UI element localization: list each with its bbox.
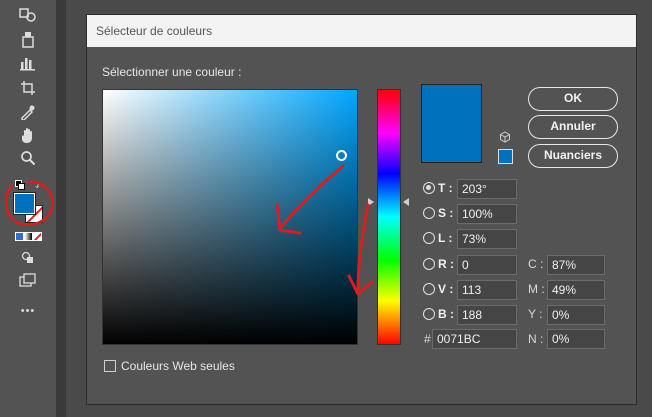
brightness-radio[interactable] [423,232,435,244]
tools-panel: ⤺ ••• [0,0,56,417]
hue-slider[interactable] [377,89,401,345]
cyan-input[interactable]: 87% [547,255,605,275]
select-color-label: Sélectionner une couleur : [102,65,242,79]
blue-label: B : [438,307,454,321]
panel-divider [56,0,66,417]
current-color-swatch [421,84,482,163]
websafe-label: Couleurs Web seules [121,359,235,373]
red-label: R : [438,257,454,271]
yellow-input[interactable]: 0% [547,305,605,325]
swap-colors-icon[interactable]: ⤺ [35,180,45,190]
cyan-label: C : [528,257,544,271]
hue-slider-handle-right[interactable] [403,198,409,206]
hue-slider-handle-left[interactable] [368,198,374,206]
saturation-label: S : [438,206,454,220]
more-tools-button[interactable]: ••• [14,299,42,323]
color-mode-button[interactable] [15,232,24,241]
gradient-mode-button[interactable] [24,232,33,241]
blue-radio[interactable] [423,308,435,320]
websafe-checkbox[interactable] [104,360,116,372]
hue-label: T : [438,181,453,195]
green-input[interactable]: 113 [457,280,517,300]
draw-mode-icon[interactable] [14,246,42,270]
hex-input[interactable]: 0071BC [432,329,517,349]
eyedropper-icon[interactable] [14,100,42,124]
brightness-input[interactable]: 73% [457,229,517,249]
shape-builder-icon[interactable] [14,3,42,27]
dialog-title: Sélecteur de couleurs [87,15,636,47]
magenta-label: M : [528,282,545,296]
saturation-radio[interactable] [423,207,435,219]
default-colors-icon[interactable] [15,180,25,190]
ok-button[interactable]: OK [528,87,618,111]
fill-swatch[interactable] [13,192,36,215]
magenta-input[interactable]: 49% [547,280,605,300]
swatches-button[interactable]: Nuanciers [528,144,618,168]
hand-icon[interactable] [14,123,42,147]
saturation-input[interactable]: 100% [457,204,517,224]
zoom-icon[interactable] [14,146,42,170]
chart-icon[interactable] [14,51,42,75]
color-field-picker[interactable] [336,150,347,161]
color-field[interactable] [102,89,358,345]
red-input[interactable]: 0 [457,255,517,275]
live-paint-icon[interactable] [14,28,42,52]
none-mode-button[interactable] [33,232,42,241]
green-radio[interactable] [423,283,435,295]
yellow-label: Y : [528,307,543,321]
black-label: N : [528,332,544,346]
hex-prefix: # [424,332,431,346]
websafe-color-swatch[interactable] [498,149,513,164]
screen-mode-icon[interactable] [14,268,42,292]
artboard-icon[interactable] [14,76,42,100]
cancel-button[interactable]: Annuler [528,115,618,139]
hue-input[interactable]: 203° [457,179,517,199]
blue-input[interactable]: 188 [457,305,517,325]
color-picker-dialog: Sélecteur de couleurs Sélectionner une c… [86,14,637,405]
black-input[interactable]: 0% [547,329,605,349]
red-radio[interactable] [423,258,435,270]
brightness-label: L : [438,231,453,245]
green-label: V : [438,282,454,296]
out-of-websafe-cube-icon[interactable] [499,131,511,143]
hue-radio[interactable] [423,182,435,194]
